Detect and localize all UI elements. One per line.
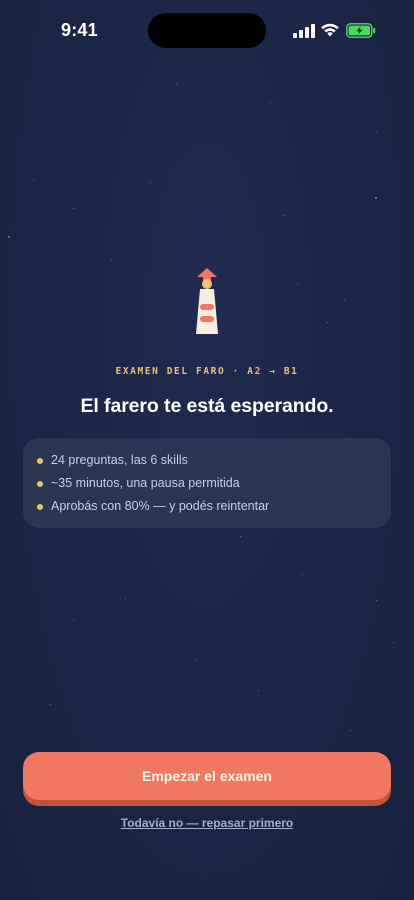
dynamic-island: [148, 13, 266, 48]
info-text: ~35 minutos, una pausa permitida: [51, 476, 240, 490]
page-title: El farero te está esperando.: [80, 395, 334, 417]
cellular-signal-icon: [293, 24, 315, 38]
status-time: 9:41: [61, 20, 98, 40]
review-first-link[interactable]: Todavía no — repasar primero: [0, 816, 414, 830]
info-text: Aprobás con 80% — y podés reintentar: [51, 499, 270, 513]
list-item: ~35 minutos, una pausa permitida: [37, 475, 391, 498]
bullet-dot-icon: [37, 504, 43, 510]
battery-charging-icon: [346, 23, 376, 38]
exam-eyebrow: EXAMEN DEL FARO · A2 → B1: [115, 366, 299, 377]
start-exam-button[interactable]: Empezar el examen: [23, 752, 391, 800]
wifi-icon: [321, 23, 339, 37]
bullet-dot-icon: [37, 458, 43, 464]
exam-intro-screen: 9:41 EXAMEN DEL FARO · A2 → B1 El farero: [0, 0, 414, 900]
info-text: 24 preguntas, las 6 skills: [51, 453, 188, 467]
bullet-dot-icon: [37, 481, 43, 487]
list-item: Aprobás con 80% — y podés reintentar: [37, 498, 391, 521]
list-item: 24 preguntas, las 6 skills: [37, 452, 391, 475]
lighthouse-icon: [196, 268, 218, 334]
status-bar: 9:41: [0, 0, 414, 60]
exam-info-card: 24 preguntas, las 6 skills ~35 minutos, …: [23, 438, 391, 528]
exam-info-list: 24 preguntas, las 6 skills ~35 minutos, …: [23, 438, 391, 521]
